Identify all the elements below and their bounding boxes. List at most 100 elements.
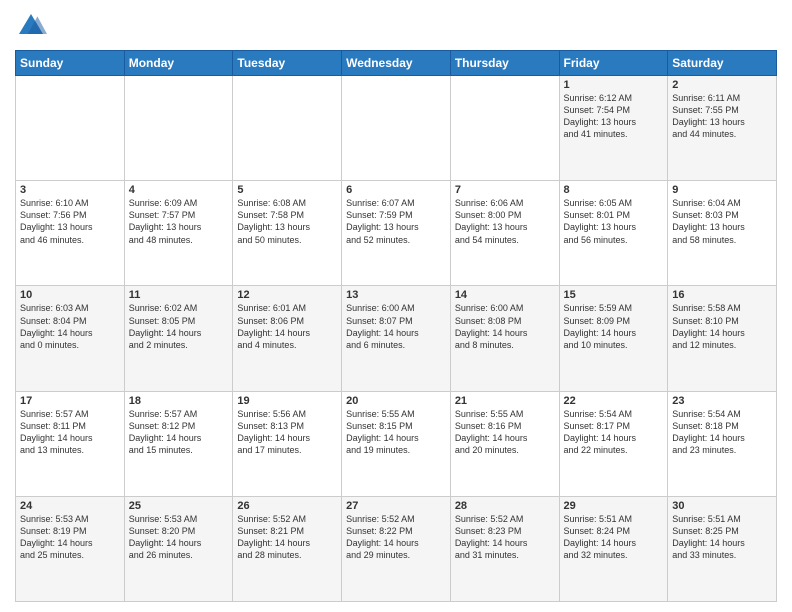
calendar-cell: 7Sunrise: 6:06 AM Sunset: 8:00 PM Daylig… — [450, 181, 559, 286]
day-info: Sunrise: 5:52 AM Sunset: 8:21 PM Dayligh… — [237, 513, 337, 562]
day-info: Sunrise: 5:55 AM Sunset: 8:15 PM Dayligh… — [346, 408, 446, 457]
calendar-cell: 3Sunrise: 6:10 AM Sunset: 7:56 PM Daylig… — [16, 181, 125, 286]
day-number: 26 — [237, 500, 337, 512]
day-number: 6 — [346, 184, 446, 196]
day-number: 7 — [455, 184, 555, 196]
calendar-cell: 11Sunrise: 6:02 AM Sunset: 8:05 PM Dayli… — [124, 286, 233, 391]
day-info: Sunrise: 5:55 AM Sunset: 8:16 PM Dayligh… — [455, 408, 555, 457]
calendar-cell: 29Sunrise: 5:51 AM Sunset: 8:24 PM Dayli… — [559, 496, 668, 601]
calendar-cell: 26Sunrise: 5:52 AM Sunset: 8:21 PM Dayli… — [233, 496, 342, 601]
calendar-cell: 19Sunrise: 5:56 AM Sunset: 8:13 PM Dayli… — [233, 391, 342, 496]
day-number: 21 — [455, 395, 555, 407]
day-info: Sunrise: 5:54 AM Sunset: 8:17 PM Dayligh… — [564, 408, 664, 457]
day-info: Sunrise: 6:06 AM Sunset: 8:00 PM Dayligh… — [455, 197, 555, 246]
day-info: Sunrise: 6:00 AM Sunset: 8:08 PM Dayligh… — [455, 302, 555, 351]
calendar-cell: 28Sunrise: 5:52 AM Sunset: 8:23 PM Dayli… — [450, 496, 559, 601]
calendar-header: SundayMondayTuesdayWednesdayThursdayFrid… — [16, 51, 777, 76]
day-header-wednesday: Wednesday — [342, 51, 451, 76]
day-number: 12 — [237, 289, 337, 301]
day-number: 18 — [129, 395, 229, 407]
day-info: Sunrise: 6:03 AM Sunset: 8:04 PM Dayligh… — [20, 302, 120, 351]
calendar: SundayMondayTuesdayWednesdayThursdayFrid… — [15, 50, 777, 602]
day-header-tuesday: Tuesday — [233, 51, 342, 76]
calendar-cell: 22Sunrise: 5:54 AM Sunset: 8:17 PM Dayli… — [559, 391, 668, 496]
calendar-cell: 10Sunrise: 6:03 AM Sunset: 8:04 PM Dayli… — [16, 286, 125, 391]
calendar-cell — [233, 76, 342, 181]
calendar-cell: 6Sunrise: 6:07 AM Sunset: 7:59 PM Daylig… — [342, 181, 451, 286]
day-number: 2 — [672, 79, 772, 91]
day-number: 16 — [672, 289, 772, 301]
calendar-body: 1Sunrise: 6:12 AM Sunset: 7:54 PM Daylig… — [16, 76, 777, 602]
day-number: 8 — [564, 184, 664, 196]
day-number: 1 — [564, 79, 664, 91]
calendar-cell: 14Sunrise: 6:00 AM Sunset: 8:08 PM Dayli… — [450, 286, 559, 391]
calendar-cell: 23Sunrise: 5:54 AM Sunset: 8:18 PM Dayli… — [668, 391, 777, 496]
day-info: Sunrise: 5:57 AM Sunset: 8:12 PM Dayligh… — [129, 408, 229, 457]
week-row-2: 10Sunrise: 6:03 AM Sunset: 8:04 PM Dayli… — [16, 286, 777, 391]
day-header-row: SundayMondayTuesdayWednesdayThursdayFrid… — [16, 51, 777, 76]
day-number: 3 — [20, 184, 120, 196]
day-number: 10 — [20, 289, 120, 301]
calendar-cell: 16Sunrise: 5:58 AM Sunset: 8:10 PM Dayli… — [668, 286, 777, 391]
day-info: Sunrise: 6:05 AM Sunset: 8:01 PM Dayligh… — [564, 197, 664, 246]
header — [15, 10, 777, 42]
day-number: 29 — [564, 500, 664, 512]
day-info: Sunrise: 5:53 AM Sunset: 8:19 PM Dayligh… — [20, 513, 120, 562]
week-row-0: 1Sunrise: 6:12 AM Sunset: 7:54 PM Daylig… — [16, 76, 777, 181]
day-info: Sunrise: 5:51 AM Sunset: 8:25 PM Dayligh… — [672, 513, 772, 562]
day-info: Sunrise: 6:00 AM Sunset: 8:07 PM Dayligh… — [346, 302, 446, 351]
day-header-saturday: Saturday — [668, 51, 777, 76]
day-info: Sunrise: 5:51 AM Sunset: 8:24 PM Dayligh… — [564, 513, 664, 562]
day-info: Sunrise: 5:54 AM Sunset: 8:18 PM Dayligh… — [672, 408, 772, 457]
day-number: 30 — [672, 500, 772, 512]
calendar-cell: 2Sunrise: 6:11 AM Sunset: 7:55 PM Daylig… — [668, 76, 777, 181]
day-number: 23 — [672, 395, 772, 407]
calendar-cell: 18Sunrise: 5:57 AM Sunset: 8:12 PM Dayli… — [124, 391, 233, 496]
calendar-cell: 21Sunrise: 5:55 AM Sunset: 8:16 PM Dayli… — [450, 391, 559, 496]
calendar-cell: 5Sunrise: 6:08 AM Sunset: 7:58 PM Daylig… — [233, 181, 342, 286]
calendar-cell: 9Sunrise: 6:04 AM Sunset: 8:03 PM Daylig… — [668, 181, 777, 286]
calendar-cell: 27Sunrise: 5:52 AM Sunset: 8:22 PM Dayli… — [342, 496, 451, 601]
calendar-cell: 20Sunrise: 5:55 AM Sunset: 8:15 PM Dayli… — [342, 391, 451, 496]
day-info: Sunrise: 6:07 AM Sunset: 7:59 PM Dayligh… — [346, 197, 446, 246]
calendar-cell: 1Sunrise: 6:12 AM Sunset: 7:54 PM Daylig… — [559, 76, 668, 181]
day-number: 4 — [129, 184, 229, 196]
logo — [15, 10, 51, 42]
day-number: 20 — [346, 395, 446, 407]
day-number: 13 — [346, 289, 446, 301]
day-info: Sunrise: 6:04 AM Sunset: 8:03 PM Dayligh… — [672, 197, 772, 246]
day-number: 15 — [564, 289, 664, 301]
day-info: Sunrise: 6:01 AM Sunset: 8:06 PM Dayligh… — [237, 302, 337, 351]
calendar-cell: 24Sunrise: 5:53 AM Sunset: 8:19 PM Dayli… — [16, 496, 125, 601]
day-number: 5 — [237, 184, 337, 196]
calendar-cell: 25Sunrise: 5:53 AM Sunset: 8:20 PM Dayli… — [124, 496, 233, 601]
day-info: Sunrise: 6:11 AM Sunset: 7:55 PM Dayligh… — [672, 92, 772, 141]
day-number: 28 — [455, 500, 555, 512]
day-info: Sunrise: 5:52 AM Sunset: 8:23 PM Dayligh… — [455, 513, 555, 562]
day-info: Sunrise: 5:59 AM Sunset: 8:09 PM Dayligh… — [564, 302, 664, 351]
calendar-cell: 30Sunrise: 5:51 AM Sunset: 8:25 PM Dayli… — [668, 496, 777, 601]
day-header-friday: Friday — [559, 51, 668, 76]
week-row-4: 24Sunrise: 5:53 AM Sunset: 8:19 PM Dayli… — [16, 496, 777, 601]
calendar-cell: 12Sunrise: 6:01 AM Sunset: 8:06 PM Dayli… — [233, 286, 342, 391]
day-number: 14 — [455, 289, 555, 301]
day-info: Sunrise: 5:56 AM Sunset: 8:13 PM Dayligh… — [237, 408, 337, 457]
day-info: Sunrise: 6:09 AM Sunset: 7:57 PM Dayligh… — [129, 197, 229, 246]
day-number: 24 — [20, 500, 120, 512]
day-number: 9 — [672, 184, 772, 196]
calendar-cell — [450, 76, 559, 181]
calendar-cell — [124, 76, 233, 181]
calendar-cell: 13Sunrise: 6:00 AM Sunset: 8:07 PM Dayli… — [342, 286, 451, 391]
day-header-sunday: Sunday — [16, 51, 125, 76]
day-number: 25 — [129, 500, 229, 512]
day-info: Sunrise: 5:58 AM Sunset: 8:10 PM Dayligh… — [672, 302, 772, 351]
page: SundayMondayTuesdayWednesdayThursdayFrid… — [0, 0, 792, 612]
day-info: Sunrise: 6:10 AM Sunset: 7:56 PM Dayligh… — [20, 197, 120, 246]
week-row-1: 3Sunrise: 6:10 AM Sunset: 7:56 PM Daylig… — [16, 181, 777, 286]
week-row-3: 17Sunrise: 5:57 AM Sunset: 8:11 PM Dayli… — [16, 391, 777, 496]
calendar-cell: 8Sunrise: 6:05 AM Sunset: 8:01 PM Daylig… — [559, 181, 668, 286]
day-number: 22 — [564, 395, 664, 407]
calendar-cell — [342, 76, 451, 181]
day-number: 17 — [20, 395, 120, 407]
logo-icon — [15, 10, 47, 42]
